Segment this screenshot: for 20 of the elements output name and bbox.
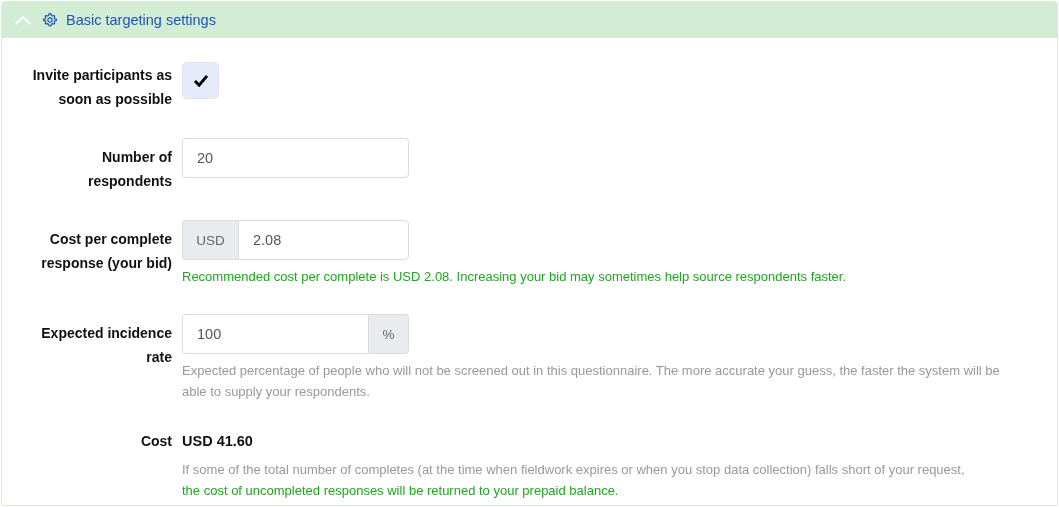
settings-icon <box>42 12 58 28</box>
checkbox[interactable] <box>182 62 219 99</box>
field-label: Number of respondents <box>87 148 173 191</box>
help-text: If some of the total number of completes (at the time when fieldwork expires or when you stop data collection) falls short of your request, <box>182 461 966 479</box>
currency-addon: USD <box>182 220 238 260</box>
input-field[interactable]: 100 <box>182 314 369 354</box>
help-text: Expected percentage of people who will not be screened out in this questionnaire. The more accurate your guess, the faster the system will be able to supply your respondents. <box>182 362 1001 401</box>
panel-header[interactable]: Basic targeting settings <box>2 2 1057 38</box>
percent-addon: % <box>369 314 409 354</box>
field-label: Expected incidence rate <box>40 324 173 367</box>
input-field[interactable]: 20 <box>182 138 409 178</box>
cost-value: USD 41.60 <box>182 432 254 451</box>
help-text: the cost of uncompleted responses will be returned to your prepaid balance. <box>182 482 620 500</box>
field-label: Invite participants as soon as possible <box>31 66 173 109</box>
panel-title: Basic targeting settings <box>66 12 216 28</box>
field-label: Cost per complete response (your bid) <box>40 230 173 273</box>
checkmark-icon <box>192 74 209 87</box>
field-label: Cost <box>139 432 173 451</box>
help-text: Recommended cost per complete is USD 2.08. Increasing your bid may sometimes help source respondents faster. <box>182 268 848 286</box>
input-field[interactable]: 2.08 <box>238 220 409 260</box>
